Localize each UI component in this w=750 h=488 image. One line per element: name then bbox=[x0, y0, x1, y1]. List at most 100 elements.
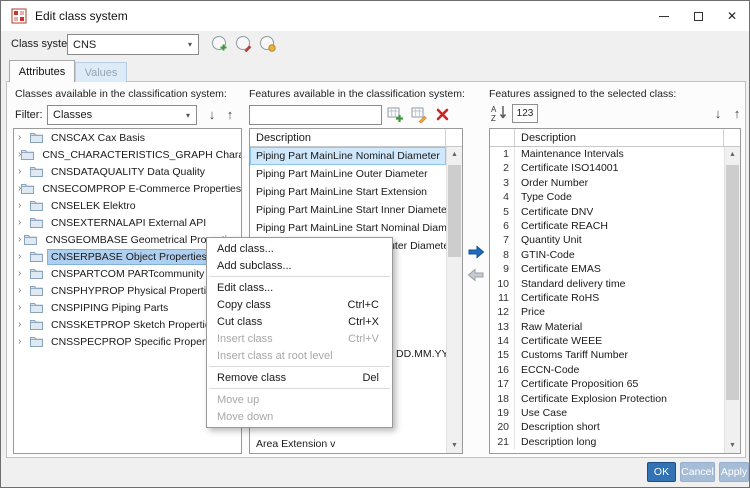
table-row[interactable]: 21 Description long bbox=[490, 434, 724, 450]
tree-item[interactable]: › CNSEXTERNALAPI External API bbox=[14, 214, 241, 231]
scroll-down-icon[interactable]: ▼ bbox=[447, 438, 462, 453]
remove-feature-arrow-icon[interactable] bbox=[467, 267, 485, 283]
scroll-up-icon[interactable]: ▲ bbox=[447, 147, 462, 162]
numeric-sort-toggle[interactable]: 123 bbox=[512, 104, 538, 123]
table-row[interactable]: 4 Type Code bbox=[490, 190, 724, 205]
description-column-header[interactable]: Description bbox=[250, 129, 446, 146]
table-row[interactable]: 10 Standard delivery time bbox=[490, 276, 724, 291]
table-row[interactable]: 6 Certificate REACH bbox=[490, 218, 724, 234]
table-row[interactable]: 17 Certificate Proposition 65 bbox=[490, 377, 724, 392]
chevron-right-icon[interactable]: › bbox=[18, 197, 30, 214]
feature-search-input[interactable] bbox=[249, 105, 382, 125]
table-row[interactable]: 15 Customs Tariff Number bbox=[490, 348, 724, 363]
chevron-right-icon[interactable]: › bbox=[18, 265, 30, 282]
feature-list-item[interactable]: Piping Part MainLine Start Nominal Diame… bbox=[250, 219, 446, 237]
minimize-button[interactable] bbox=[647, 1, 681, 31]
ok-button[interactable]: OK bbox=[647, 462, 676, 482]
tree-item[interactable]: › CNSDATAQUALITY Data Quality bbox=[14, 163, 241, 180]
delete-feature-icon[interactable] bbox=[435, 107, 453, 125]
tree-item-label: CNSECOMPROP E-Commerce Properties bbox=[42, 182, 242, 195]
feature-list-item-partial[interactable]: Area Extension v bbox=[256, 436, 335, 452]
menu-item-cut-class[interactable]: Cut class Ctrl+X bbox=[207, 313, 392, 330]
table-row[interactable]: 5 Certificate DNV bbox=[490, 204, 724, 219]
assigned-feature-table[interactable]: Description 1 Maintenance Intervals 2 Certi… bbox=[489, 128, 741, 454]
scroll-down-icon[interactable]: ▼ bbox=[725, 438, 740, 453]
tree-item-label: CNSSKETPROP Sketch Properties bbox=[51, 318, 216, 331]
move-feature-down-button[interactable]: ↓ bbox=[710, 104, 726, 124]
table-row[interactable]: 2 Certificate ISO14001 bbox=[490, 161, 724, 176]
folder-icon bbox=[30, 319, 45, 330]
feature-list-item[interactable]: Piping Part MainLine Start Inner Diamete… bbox=[250, 201, 446, 219]
tab-attributes[interactable]: Attributes bbox=[9, 60, 75, 82]
sort-alpha-icon[interactable]: A Z bbox=[489, 103, 509, 123]
table-row[interactable]: 7 Quantity Unit bbox=[490, 233, 724, 248]
chevron-right-icon[interactable]: › bbox=[18, 214, 30, 231]
table-row[interactable]: 16 ECCN-Code bbox=[490, 362, 724, 378]
folder-icon bbox=[30, 217, 45, 228]
title-bar[interactable]: Edit class system ✕ bbox=[1, 1, 749, 31]
table-row[interactable]: 11 Certificate RoHS bbox=[490, 290, 724, 306]
table-row[interactable]: 18 Certificate Explosion Protection bbox=[490, 391, 724, 407]
cancel-button[interactable]: Cancel bbox=[680, 462, 715, 482]
chevron-down-icon[interactable]: ▾ bbox=[180, 111, 196, 120]
edit-feature-icon[interactable] bbox=[411, 106, 429, 124]
class-system-combobox[interactable]: CNS ▾ bbox=[67, 34, 199, 55]
tree-item[interactable]: › CNSCAX Cax Basis bbox=[14, 129, 241, 146]
table-row[interactable]: 12 Price bbox=[490, 305, 724, 320]
assign-feature-arrow-icon[interactable] bbox=[467, 244, 485, 260]
feature-list-item[interactable]: Piping Part MainLine Start Extension bbox=[250, 183, 446, 201]
chevron-right-icon[interactable]: › bbox=[18, 163, 30, 180]
tree-item[interactable]: › CNSELEK Elektro bbox=[14, 197, 241, 214]
feature-list-item[interactable]: Piping Part MainLine Outer Diameter bbox=[250, 165, 446, 183]
chevron-right-icon[interactable]: › bbox=[18, 333, 30, 350]
chevron-right-icon[interactable]: › bbox=[18, 248, 30, 265]
tab-values[interactable]: Values bbox=[75, 62, 127, 82]
move-class-down-button[interactable]: ↓ bbox=[204, 105, 220, 125]
number-column-header[interactable] bbox=[490, 129, 515, 146]
menu-item-add-class[interactable]: Add class... bbox=[207, 240, 392, 257]
row-number: 6 bbox=[490, 218, 515, 234]
table-row[interactable]: 13 Raw Material bbox=[490, 319, 724, 335]
table-row[interactable]: 14 Certificate WEEE bbox=[490, 334, 724, 349]
tree-item[interactable]: › CNSECOMPROP E-Commerce Properties bbox=[14, 180, 241, 197]
window-title: Edit class system bbox=[35, 9, 128, 23]
row-description: Certificate ISO14001 bbox=[521, 162, 619, 175]
description-column-header[interactable]: Description bbox=[515, 129, 724, 146]
chevron-down-icon[interactable]: ▾ bbox=[182, 40, 198, 49]
row-description: Certificate DNV bbox=[521, 205, 594, 218]
close-button[interactable]: ✕ bbox=[715, 1, 749, 31]
scrollbar-thumb[interactable] bbox=[448, 165, 461, 257]
tree-item[interactable]: ›CNS_CHARACTERISTICS_GRAPH Characte... bbox=[14, 146, 241, 163]
move-feature-up-button[interactable]: ↑ bbox=[729, 104, 745, 124]
table-row[interactable]: 3 Order Number bbox=[490, 175, 724, 191]
assigned-table-header[interactable]: Description bbox=[490, 129, 740, 147]
table-row[interactable]: 8 GTIN-Code bbox=[490, 247, 724, 263]
chevron-right-icon[interactable]: › bbox=[18, 282, 30, 299]
add-feature-icon[interactable] bbox=[387, 106, 405, 124]
chevron-right-icon[interactable]: › bbox=[18, 129, 30, 146]
add-class-system-icon[interactable] bbox=[211, 35, 229, 53]
manage-rights-icon[interactable] bbox=[259, 35, 277, 53]
table-row[interactable]: 20 Description short bbox=[490, 420, 724, 435]
apply-button[interactable]: Apply bbox=[719, 462, 749, 482]
maximize-button[interactable] bbox=[681, 1, 715, 31]
feature-list-scrollbar[interactable]: ▲ ▼ bbox=[446, 147, 462, 453]
edit-class-system-icon[interactable] bbox=[235, 35, 253, 53]
menu-item-edit-class[interactable]: Edit class... bbox=[207, 279, 392, 296]
assigned-table-scrollbar[interactable]: ▲ ▼ bbox=[724, 147, 740, 453]
table-row[interactable]: 1 Maintenance Intervals bbox=[490, 147, 724, 162]
menu-item-copy-class[interactable]: Copy class Ctrl+C bbox=[207, 296, 392, 313]
filter-combobox[interactable]: Classes ▾ bbox=[47, 105, 197, 125]
move-class-up-button[interactable]: ↑ bbox=[222, 105, 238, 125]
chevron-right-icon[interactable]: › bbox=[18, 316, 30, 333]
feature-list-item[interactable]: Piping Part MainLine Nominal Diameter bbox=[250, 147, 446, 165]
feature-list-header[interactable]: Description bbox=[250, 129, 462, 147]
menu-item-add-subclass[interactable]: Add subclass... bbox=[207, 257, 392, 274]
scroll-up-icon[interactable]: ▲ bbox=[725, 147, 740, 162]
chevron-right-icon[interactable]: › bbox=[18, 299, 30, 316]
assigned-table-body[interactable]: 1 Maintenance Intervals 2 Certificate ISO14… bbox=[490, 147, 724, 453]
menu-item-remove-class[interactable]: Remove class Del bbox=[207, 369, 392, 386]
table-row[interactable]: 19 Use Case bbox=[490, 406, 724, 421]
table-row[interactable]: 9 Certificate EMAS bbox=[490, 262, 724, 277]
scrollbar-thumb[interactable] bbox=[726, 165, 739, 400]
